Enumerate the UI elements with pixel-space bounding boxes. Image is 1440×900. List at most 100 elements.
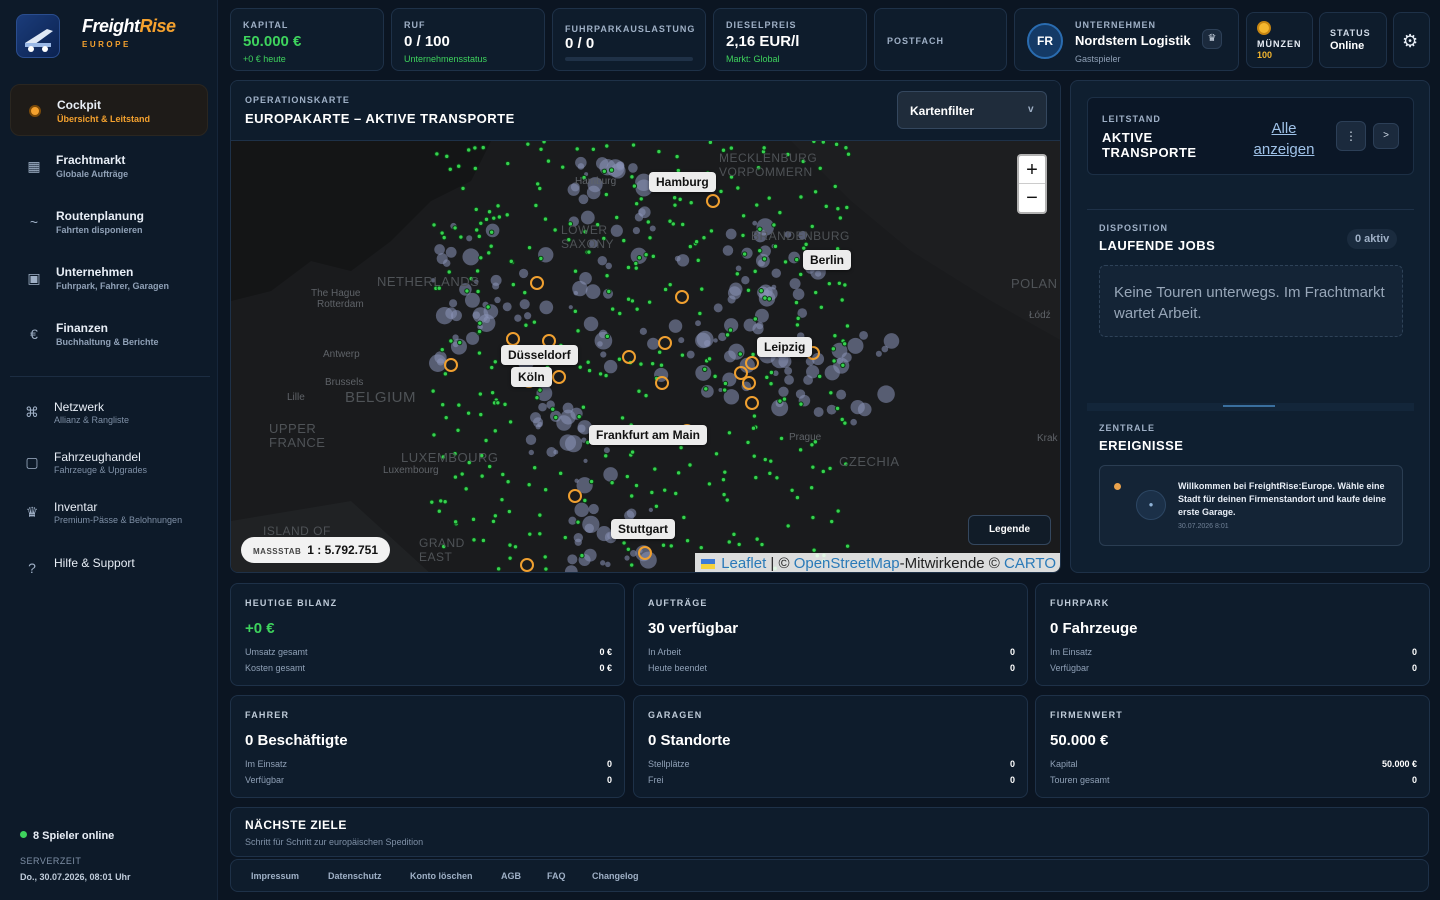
location-dot (777, 209, 783, 216)
demand-bubble (725, 228, 737, 240)
location-dot (771, 222, 777, 228)
location-dot (580, 404, 587, 410)
stat-row: Frei 0 (648, 775, 1015, 785)
location-dot (662, 286, 669, 293)
location-dot (751, 413, 758, 419)
brand[interactable]: FreightRise EUROPE (16, 12, 206, 62)
sidebar-item-routenplanung[interactable]: ~ Routenplanung Fahrten disponieren (10, 196, 208, 248)
footer-link-konto-loeschen[interactable]: Konto löschen (410, 871, 473, 881)
location-dot (737, 351, 743, 357)
osm-link[interactable]: OpenStreetMap (794, 555, 900, 572)
location-dot (636, 388, 642, 394)
leaflet-link[interactable]: Leaflet (721, 555, 766, 572)
location-dot (684, 537, 691, 544)
stat-card-firmenwert: FIRMENWERT 50.000 € Kapital 50.000 € Tour… (1035, 695, 1430, 798)
sidebar-item-cockpit[interactable]: Cockpit Übersicht & Leitstand (10, 84, 208, 136)
footer-link-datenschutz[interactable]: Datenschutz (328, 871, 382, 881)
sidebar-item-label: Finanzen (56, 321, 109, 335)
scale-value: 1 : 5.792.751 (307, 543, 379, 557)
location-dot (777, 398, 783, 404)
mailbox-button[interactable]: POSTFACH (874, 8, 1007, 71)
city-marker-koeln[interactable]: Köln (511, 367, 552, 387)
sidebar-divider (10, 376, 210, 377)
stat-row: Verfügbar 0 (245, 775, 612, 785)
city-marker-berlin[interactable]: Berlin (803, 250, 852, 270)
footer-link-changelog[interactable]: Changelog (592, 871, 639, 881)
network-icon: ⌘ (25, 404, 39, 420)
reputation-value: 0 / 100 (404, 33, 450, 50)
location-dot (656, 349, 663, 355)
chevron-right-icon[interactable]: > (1373, 123, 1399, 149)
demand-bubble (722, 245, 734, 256)
location-dot (473, 206, 479, 213)
zoom-in-button[interactable]: + (1019, 156, 1045, 184)
map-filter-dropdown[interactable]: Kartenfilter v (897, 91, 1047, 129)
footer: Impressum Datenschutz Konto löschen AGB … (230, 859, 1429, 892)
location-dot (745, 439, 751, 446)
location-dot (678, 444, 684, 451)
sidebar-item-finanzen[interactable]: € Finanzen Buchhaltung & Berichte (10, 308, 208, 360)
demand-bubble (695, 320, 701, 327)
city-marker-hamburg[interactable]: Hamburg (649, 172, 716, 192)
stat-value: 30 verfügbar (648, 620, 739, 637)
more-options-icon[interactable]: ⋮ (1336, 121, 1366, 151)
sidebar-item-inventar[interactable]: ♛ Inventar Premium-Pässe & Belohnungen (10, 494, 208, 540)
location-dot (505, 479, 511, 485)
next-goals-panel: NÄCHSTE ZIELE Schritt für Schritt zur eu… (230, 807, 1429, 857)
footer-link-impressum[interactable]: Impressum (251, 871, 299, 881)
crown-icon[interactable]: ♛ (1202, 29, 1222, 49)
sidebar-item-hilfe[interactable]: ? Hilfe & Support (10, 550, 208, 596)
city-marker-stuttgart[interactable]: Stuttgart (611, 519, 675, 539)
location-dot (647, 235, 653, 241)
sidebar-item-unternehmen[interactable]: ▣ Unternehmen Fuhrpark, Fahrer, Garagen (10, 252, 208, 304)
diesel-market: Markt: Global (726, 54, 780, 64)
legend-button[interactable]: Legende (968, 515, 1051, 545)
sidebar-item-fahrzeughandel[interactable]: ▢ Fahrzeughandel Fahrzeuge & Upgrades (10, 444, 208, 490)
footer-link-agb[interactable]: AGB (501, 871, 521, 881)
city-marker-duesseldorf[interactable]: Düsseldorf (501, 345, 578, 365)
event-item[interactable]: ● Willkommen bei FreightRise:Europe. Wäh… (1099, 465, 1403, 546)
coins-label: MÜNZEN (1257, 39, 1302, 49)
city-marker-frankfurt[interactable]: Frankfurt am Main (589, 425, 708, 445)
garage-marker (520, 558, 534, 572)
location-dot (650, 253, 657, 260)
sidebar-item-netzwerk[interactable]: ⌘ Netzwerk Allianz & Rangliste (10, 394, 208, 440)
show-all-link[interactable]: Alle anzeigen (1238, 118, 1330, 160)
scroll-thumb[interactable] (1223, 405, 1275, 407)
footer-link-faq[interactable]: FAQ (547, 871, 566, 881)
panel-scroll-indicator[interactable] (1087, 403, 1414, 411)
sidebar-item-sublabel: Premium-Pässe & Belohnungen (54, 515, 183, 525)
location-dot (486, 209, 493, 215)
carto-link[interactable]: CARTO (1004, 555, 1056, 572)
location-dot (588, 478, 595, 485)
zoom-out-button[interactable]: − (1019, 184, 1045, 212)
location-dot (507, 419, 514, 425)
city-marker-leipzig[interactable]: Leipzig (757, 337, 813, 357)
location-dot (526, 482, 532, 488)
location-dot (560, 164, 566, 170)
location-dot (452, 474, 459, 480)
sidebar-item-frachtmarkt[interactable]: ▦ Frachtmarkt Globale Aufträge (10, 140, 208, 192)
map-canvas[interactable]: NETHERLANDS BELGIUM LUXEMBOURG UPPER FRA… (231, 141, 1060, 572)
location-dot (431, 432, 437, 438)
location-dot (512, 544, 519, 550)
location-dot (499, 496, 505, 503)
garage-marker (552, 370, 566, 384)
place-label: Lille (287, 392, 305, 403)
place-label: Hamburg (575, 176, 617, 187)
demand-bubble (784, 367, 793, 375)
settings-button[interactable]: ⚙ (1393, 12, 1430, 68)
coins-card[interactable]: MÜNZEN 100 (1246, 12, 1313, 68)
vehicle-icon: ▢ (25, 454, 39, 470)
scale-label: MASSSTAB (253, 547, 302, 556)
demand-bubble (713, 338, 718, 343)
brand-subtitle: EUROPE (82, 40, 131, 49)
location-dot (766, 296, 773, 302)
demand-bubble (442, 259, 451, 267)
location-dot (774, 475, 780, 481)
company-card[interactable]: FR UNTERNEHMEN Nordstern Logistik Gastsp… (1014, 8, 1239, 71)
location-dot (485, 304, 491, 310)
location-dot (442, 498, 448, 505)
capital-card: KAPITAL 50.000 € +0 € heute (230, 8, 384, 71)
location-dot (472, 145, 478, 151)
